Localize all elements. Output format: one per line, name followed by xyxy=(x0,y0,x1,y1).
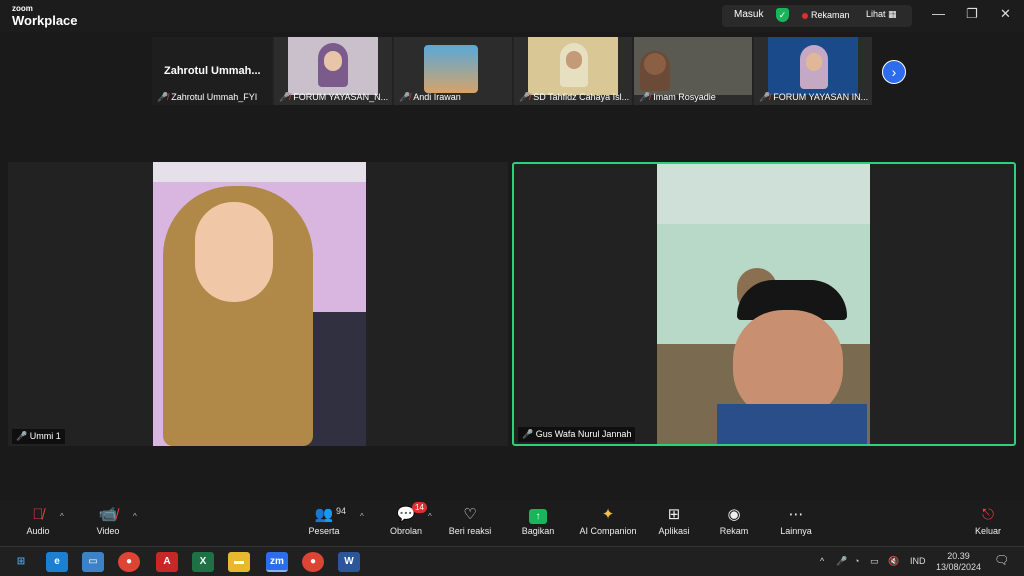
ai-companion-button[interactable]: ✦ AI Companion xyxy=(576,504,640,536)
mic-icon: 🎤 xyxy=(522,429,534,439)
participants-icon: 👥 xyxy=(314,506,334,523)
system-clock[interactable]: 20.39 13/08/2024 xyxy=(936,551,981,573)
video-off-icon: 📹̸ xyxy=(98,506,118,523)
participant-name: 🎤̸ FORUM YAYASAN IN... xyxy=(759,92,869,102)
share-button[interactable]: ↑ Bagikan xyxy=(506,504,570,536)
zoom-app-icon[interactable]: zm xyxy=(266,552,288,572)
wifi-icon[interactable]: ◔ xyxy=(854,556,859,566)
leave-button[interactable]: ⎋ Keluar xyxy=(956,504,1020,536)
volume-muted-icon[interactable]: 🔇 xyxy=(888,556,899,567)
mic-icon: 🎤 xyxy=(16,431,28,441)
video-tile-left[interactable]: 🎤 Ummi 1 xyxy=(8,162,508,446)
edge-icon[interactable]: e xyxy=(46,552,68,572)
zoom-logo-small: zoom xyxy=(12,4,33,13)
muted-mic-icon: 🎤̸ xyxy=(399,92,411,102)
participant-video-thumbnail xyxy=(768,37,858,95)
battery-icon[interactable]: ▭ xyxy=(870,556,879,567)
participant-avatar-image xyxy=(424,45,478,93)
leave-door-icon: ⎋ xyxy=(982,506,994,523)
muted-mic-icon: 🎤̸ xyxy=(519,92,531,102)
share-screen-icon: ↑ xyxy=(506,504,570,526)
word-icon[interactable]: W xyxy=(338,552,360,572)
title-bar: zoom Workplace Masuk ✓ Rekaman Lihat ▦ —… xyxy=(0,0,1024,32)
record-button[interactable]: ◉ Rekam xyxy=(702,504,766,536)
participant-tile[interactable]: 🎤̸ Imam Rosyadie xyxy=(634,37,752,105)
clock-date: 13/08/2024 xyxy=(936,562,982,572)
meeting-toolbar: 🎙̸ Audio ^ 📹̸ Video ^ 👥 Peserta 94 ^ 💬 1… xyxy=(0,500,1024,546)
windows-taskbar: ⊞ e ▭ ● A X ▬ zm ● W ^ 🎤 ◔ ▭ 🔇 IND 20.39… xyxy=(0,546,1024,576)
view-button[interactable]: Lihat ▦ xyxy=(866,9,897,20)
participants-options-caret-icon[interactable]: ^ xyxy=(360,512,364,521)
video-options-caret-icon[interactable]: ^ xyxy=(133,512,137,521)
participant-tile[interactable]: Zahrotul Ummah... 🎤̸ Zahrotul Ummah_FYI xyxy=(152,37,272,105)
view-label: Lihat xyxy=(866,9,886,19)
sign-in-button[interactable]: Masuk xyxy=(734,9,763,20)
reactions-button[interactable]: ♡ Beri reaksi xyxy=(438,504,502,536)
participant-name: 🎤̸ Andi Irawan xyxy=(399,92,461,102)
pdf-reader-icon[interactable]: A xyxy=(156,552,178,572)
featured-participant-name: Zahrotul Ummah... xyxy=(164,65,261,77)
muted-mic-icon: 🎤̸ xyxy=(157,92,169,102)
minimize-icon[interactable]: — xyxy=(932,6,945,21)
tray-overflow-icon[interactable]: ^ xyxy=(820,556,824,566)
record-icon: ◉ xyxy=(727,506,741,523)
recording-status[interactable]: Rekaman xyxy=(811,10,850,20)
muted-mic-icon: 🎤̸ xyxy=(279,92,291,102)
participant-name: 🎤̸ Imam Rosyadie xyxy=(639,92,716,102)
video-tile-right-active-speaker[interactable]: 🎤 Gus Wafa Nurul Jannah xyxy=(512,162,1016,446)
participants-button[interactable]: 👥 Peserta xyxy=(292,504,356,536)
chat-options-caret-icon[interactable]: ^ xyxy=(428,512,432,521)
participant-video-thumbnail xyxy=(528,37,618,95)
zoom-logo-workplace: Workplace xyxy=(12,13,78,28)
participant-name: 🎤̸ SD Tahfidz Cahaya Isl... xyxy=(519,92,630,102)
participant-video-feed xyxy=(153,162,366,446)
participant-video-thumbnail xyxy=(288,37,378,95)
windows-start-icon[interactable]: ⊞ xyxy=(10,552,32,572)
video-button[interactable]: 📹̸ Video xyxy=(76,504,140,536)
next-page-chevron-icon[interactable]: › xyxy=(882,60,906,84)
participant-name-label: 🎤 Ummi 1 xyxy=(12,429,65,444)
chrome-icon[interactable]: ● xyxy=(302,552,324,572)
recording-dot-icon xyxy=(802,13,808,19)
participant-video-feed xyxy=(657,164,870,444)
muted-mic-icon: 🎤̸ xyxy=(639,92,651,102)
apps-icon: ⊞ xyxy=(667,506,681,523)
folder-icon[interactable]: ▬ xyxy=(228,552,250,572)
close-icon[interactable]: ✕ xyxy=(1000,6,1011,22)
clock-time: 20.39 xyxy=(947,551,970,561)
chrome-icon[interactable]: ● xyxy=(118,552,140,572)
participant-count: 94 xyxy=(336,506,347,516)
security-shield-icon[interactable]: ✓ xyxy=(776,8,789,22)
participant-tile[interactable]: 🎤̸ FORUM YAYASAN_N... xyxy=(274,37,392,105)
excel-icon[interactable]: X xyxy=(192,552,214,572)
participant-name: 🎤̸ Zahrotul Ummah_FYI xyxy=(157,92,258,102)
participant-tile[interactable]: 🎤̸ Andi Irawan xyxy=(394,37,512,105)
more-icon: ⋯ xyxy=(788,506,804,523)
unread-badge: 14 xyxy=(412,502,427,513)
file-explorer-icon[interactable]: ▭ xyxy=(82,552,104,572)
participant-strip: Zahrotul Ummah... 🎤̸ Zahrotul Ummah_FYI 🎤… xyxy=(152,37,872,105)
muted-mic-icon: 🎤̸ xyxy=(759,92,771,102)
participant-tile[interactable]: 🎤̸ SD Tahfidz Cahaya Isl... xyxy=(514,37,632,105)
tray-mic-icon[interactable]: 🎤 xyxy=(836,556,847,567)
sparkle-icon: ✦ xyxy=(601,506,615,523)
notification-icon[interactable]: 🗨 xyxy=(994,553,1009,567)
grid-view-icon: ▦ xyxy=(888,9,897,19)
participant-video-thumbnail xyxy=(634,37,752,95)
participant-tile[interactable]: 🎤̸ FORUM YAYASAN IN... xyxy=(754,37,872,105)
restore-icon[interactable]: ❐ xyxy=(966,6,978,22)
participant-name-label: 🎤 Gus Wafa Nurul Jannah xyxy=(518,427,636,442)
apps-button[interactable]: ⊞ Aplikasi xyxy=(642,504,706,536)
audio-options-caret-icon[interactable]: ^ xyxy=(60,512,64,521)
heart-icon: ♡ xyxy=(463,506,477,523)
participant-name: 🎤̸ FORUM YAYASAN_N... xyxy=(279,92,389,102)
input-language[interactable]: IND xyxy=(910,556,926,566)
more-button[interactable]: ⋯ Lainnya xyxy=(764,504,828,536)
